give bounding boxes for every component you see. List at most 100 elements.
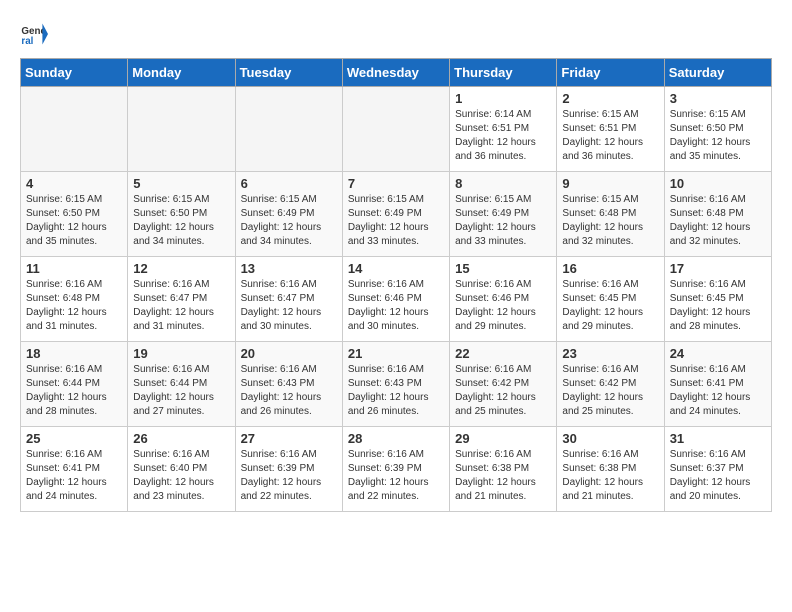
svg-text:ral: ral	[21, 36, 33, 47]
day-number: 1	[455, 91, 551, 106]
day-cell: 23Sunrise: 6:16 AMSunset: 6:42 PMDayligh…	[557, 342, 664, 427]
day-number: 27	[241, 431, 337, 446]
day-info: Sunrise: 6:16 AMSunset: 6:41 PMDaylight:…	[26, 448, 122, 504]
day-info: Sunrise: 6:16 AMSunset: 6:45 PMDaylight:…	[670, 278, 766, 334]
day-info: Sunrise: 6:15 AMSunset: 6:49 PMDaylight:…	[455, 193, 551, 249]
day-cell: 26 Sunrise: 6:16 AMSunset: 6:40 PMDayligh…	[128, 427, 235, 512]
day-number: 30	[562, 431, 658, 446]
day-info: Sunrise: 6:15 AMSunset: 6:48 PMDaylight:…	[562, 193, 658, 249]
day-number: 29	[455, 431, 551, 446]
day-info: Sunrise: 6:16 AMSunset: 6:38 PMDaylight:…	[455, 448, 551, 504]
day-number: 10	[670, 176, 766, 191]
day-info: Sunrise: 6:16 AMSunset: 6:44 PMDaylight:…	[26, 363, 122, 419]
day-number: 4	[26, 176, 122, 191]
header-cell-sunday: Sunday	[21, 59, 128, 87]
day-cell: 9 Sunrise: 6:15 AMSunset: 6:48 PMDaylight…	[557, 172, 664, 257]
day-cell: 30 Sunrise: 6:16 AMSunset: 6:38 PMDayligh…	[557, 427, 664, 512]
day-info: Sunrise: 6:16 AMSunset: 6:43 PMDaylight:…	[241, 363, 337, 419]
day-number: 6	[241, 176, 337, 191]
week-row-4: 18 Sunrise: 6:16 AMSunset: 6:44 PMDayligh…	[21, 342, 772, 427]
day-info: Sunrise: 6:15 AMSunset: 6:50 PMDaylight:…	[133, 193, 229, 249]
day-number: 15	[455, 261, 551, 276]
day-number: 9	[562, 176, 658, 191]
day-number: 24	[670, 346, 766, 361]
day-info: Sunrise: 6:16 AMSunset: 6:46 PMDaylight:…	[455, 278, 551, 334]
day-cell: 1 Sunrise: 6:14 AMSunset: 6:51 PMDaylight…	[450, 87, 557, 172]
day-cell: 24 Sunrise: 6:16 AMSunset: 6:41 PMDayligh…	[664, 342, 771, 427]
day-number: 16	[562, 261, 658, 276]
day-cell: 25Sunrise: 6:16 AMSunset: 6:41 PMDayligh…	[21, 427, 128, 512]
day-number: 20	[241, 346, 337, 361]
day-info: Sunrise: 6:15 AMSunset: 6:51 PMDaylight:…	[562, 108, 658, 164]
day-number: 31	[670, 431, 766, 446]
page-header: Gene ral	[20, 20, 772, 48]
header-cell-wednesday: Wednesday	[342, 59, 449, 87]
day-number: 2	[562, 91, 658, 106]
day-cell: 6 Sunrise: 6:15 AMSunset: 6:49 PMDaylight…	[235, 172, 342, 257]
calendar-body: 1 Sunrise: 6:14 AMSunset: 6:51 PMDaylight…	[21, 87, 772, 512]
day-cell: 17 Sunrise: 6:16 AMSunset: 6:45 PMDayligh…	[664, 257, 771, 342]
day-number: 19	[133, 346, 229, 361]
day-cell: 7 Sunrise: 6:15 AMSunset: 6:49 PMDaylight…	[342, 172, 449, 257]
week-row-2: 4 Sunrise: 6:15 AMSunset: 6:50 PMDaylight…	[21, 172, 772, 257]
logo-icon: Gene ral	[20, 20, 48, 48]
day-number: 22	[455, 346, 551, 361]
day-info: Sunrise: 6:16 AMSunset: 6:40 PMDaylight:…	[133, 448, 229, 504]
day-cell: 29 Sunrise: 6:16 AMSunset: 6:38 PMDayligh…	[450, 427, 557, 512]
day-cell: 14 Sunrise: 6:16 AMSunset: 6:46 PMDayligh…	[342, 257, 449, 342]
day-info: Sunrise: 6:15 AMSunset: 6:49 PMDaylight:…	[348, 193, 444, 249]
day-info: Sunrise: 6:16 AMSunset: 6:48 PMDaylight:…	[26, 278, 122, 334]
day-number: 5	[133, 176, 229, 191]
day-info: Sunrise: 6:15 AMSunset: 6:50 PMDaylight:…	[670, 108, 766, 164]
header-cell-monday: Monday	[128, 59, 235, 87]
day-number: 14	[348, 261, 444, 276]
day-info: Sunrise: 6:16 AMSunset: 6:37 PMDaylight:…	[670, 448, 766, 504]
day-number: 8	[455, 176, 551, 191]
day-cell: 19 Sunrise: 6:16 AMSunset: 6:44 PMDayligh…	[128, 342, 235, 427]
day-cell: 13Sunrise: 6:16 AMSunset: 6:47 PMDayligh…	[235, 257, 342, 342]
day-info: Sunrise: 6:16 AMSunset: 6:42 PMDaylight:…	[455, 363, 551, 419]
day-info: Sunrise: 6:16 AMSunset: 6:38 PMDaylight:…	[562, 448, 658, 504]
header-cell-saturday: Saturday	[664, 59, 771, 87]
calendar-table: SundayMondayTuesdayWednesdayThursdayFrid…	[20, 58, 772, 512]
day-cell: 28 Sunrise: 6:16 AMSunset: 6:39 PMDayligh…	[342, 427, 449, 512]
day-cell: 31 Sunrise: 6:16 AMSunset: 6:37 PMDayligh…	[664, 427, 771, 512]
day-number: 12	[133, 261, 229, 276]
day-cell	[342, 87, 449, 172]
day-info: Sunrise: 6:16 AMSunset: 6:42 PMDaylight:…	[562, 363, 658, 419]
week-row-5: 25Sunrise: 6:16 AMSunset: 6:41 PMDayligh…	[21, 427, 772, 512]
day-cell: 3 Sunrise: 6:15 AMSunset: 6:50 PMDaylight…	[664, 87, 771, 172]
day-info: Sunrise: 6:15 AMSunset: 6:50 PMDaylight:…	[26, 193, 122, 249]
day-info: Sunrise: 6:16 AMSunset: 6:46 PMDaylight:…	[348, 278, 444, 334]
day-info: Sunrise: 6:16 AMSunset: 6:39 PMDaylight:…	[348, 448, 444, 504]
day-cell	[21, 87, 128, 172]
calendar-header-row: SundayMondayTuesdayWednesdayThursdayFrid…	[21, 59, 772, 87]
day-cell: 5 Sunrise: 6:15 AMSunset: 6:50 PMDaylight…	[128, 172, 235, 257]
day-cell: 2 Sunrise: 6:15 AMSunset: 6:51 PMDaylight…	[557, 87, 664, 172]
day-cell: 22 Sunrise: 6:16 AMSunset: 6:42 PMDayligh…	[450, 342, 557, 427]
day-info: Sunrise: 6:15 AMSunset: 6:49 PMDaylight:…	[241, 193, 337, 249]
day-number: 11	[26, 261, 122, 276]
header-cell-tuesday: Tuesday	[235, 59, 342, 87]
day-cell: 10 Sunrise: 6:16 AMSunset: 6:48 PMDayligh…	[664, 172, 771, 257]
logo: Gene ral	[20, 20, 50, 48]
day-number: 28	[348, 431, 444, 446]
header-cell-thursday: Thursday	[450, 59, 557, 87]
day-cell: 11 Sunrise: 6:16 AMSunset: 6:48 PMDayligh…	[21, 257, 128, 342]
day-number: 21	[348, 346, 444, 361]
day-number: 18	[26, 346, 122, 361]
day-number: 17	[670, 261, 766, 276]
week-row-3: 11 Sunrise: 6:16 AMSunset: 6:48 PMDayligh…	[21, 257, 772, 342]
day-cell: 15 Sunrise: 6:16 AMSunset: 6:46 PMDayligh…	[450, 257, 557, 342]
day-number: 3	[670, 91, 766, 106]
day-info: Sunrise: 6:14 AMSunset: 6:51 PMDaylight:…	[455, 108, 551, 164]
day-number: 7	[348, 176, 444, 191]
day-cell: 27Sunrise: 6:16 AMSunset: 6:39 PMDayligh…	[235, 427, 342, 512]
day-info: Sunrise: 6:16 AMSunset: 6:44 PMDaylight:…	[133, 363, 229, 419]
day-number: 26	[133, 431, 229, 446]
day-cell: 16Sunrise: 6:16 AMSunset: 6:45 PMDayligh…	[557, 257, 664, 342]
day-info: Sunrise: 6:16 AMSunset: 6:48 PMDaylight:…	[670, 193, 766, 249]
day-cell: 8 Sunrise: 6:15 AMSunset: 6:49 PMDaylight…	[450, 172, 557, 257]
week-row-1: 1 Sunrise: 6:14 AMSunset: 6:51 PMDaylight…	[21, 87, 772, 172]
day-info: Sunrise: 6:16 AMSunset: 6:41 PMDaylight:…	[670, 363, 766, 419]
